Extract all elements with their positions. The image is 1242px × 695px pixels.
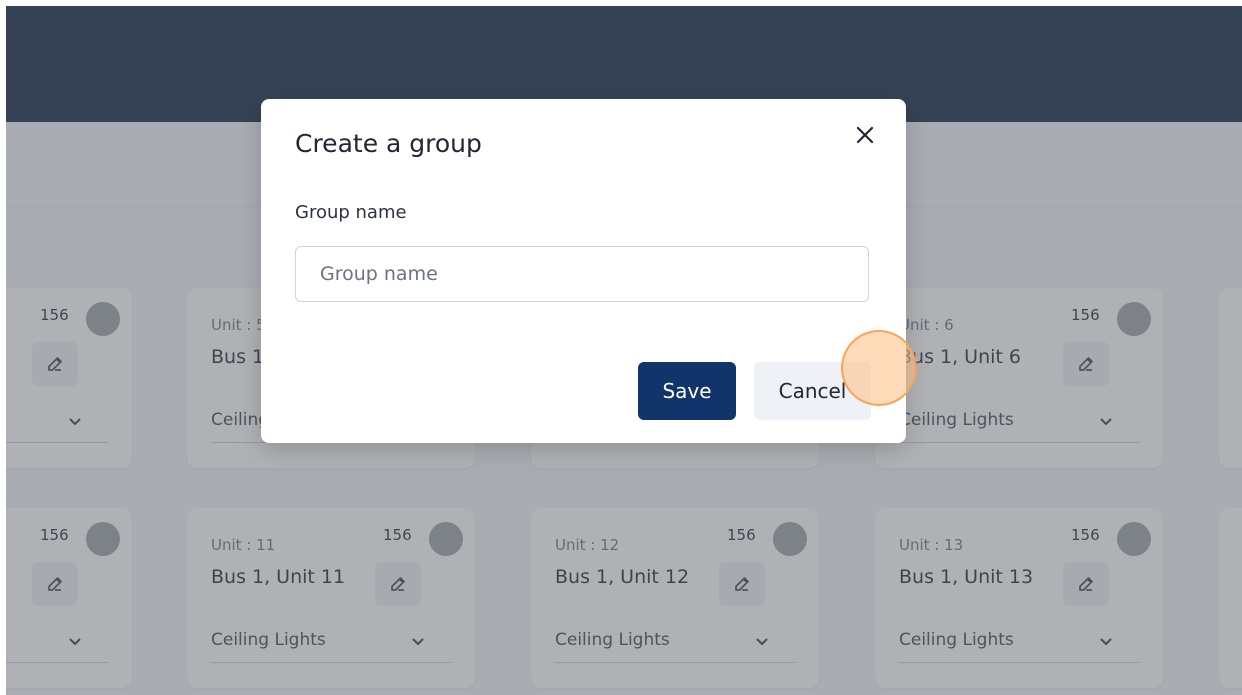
close-button[interactable] (851, 121, 879, 149)
group-name-input[interactable] (295, 246, 869, 302)
group-name-label: Group name (295, 202, 407, 223)
save-button[interactable]: Save (638, 362, 736, 420)
create-group-dialog: Create a group Group name Save Cancel (261, 99, 917, 443)
cancel-button[interactable]: Cancel (754, 362, 871, 420)
dialog-title: Create a group (295, 129, 482, 158)
app-viewport: 156 Unit : 5 Bus 1, Unit 5 156 Ceiling L… (6, 6, 1242, 695)
close-icon (856, 126, 874, 144)
